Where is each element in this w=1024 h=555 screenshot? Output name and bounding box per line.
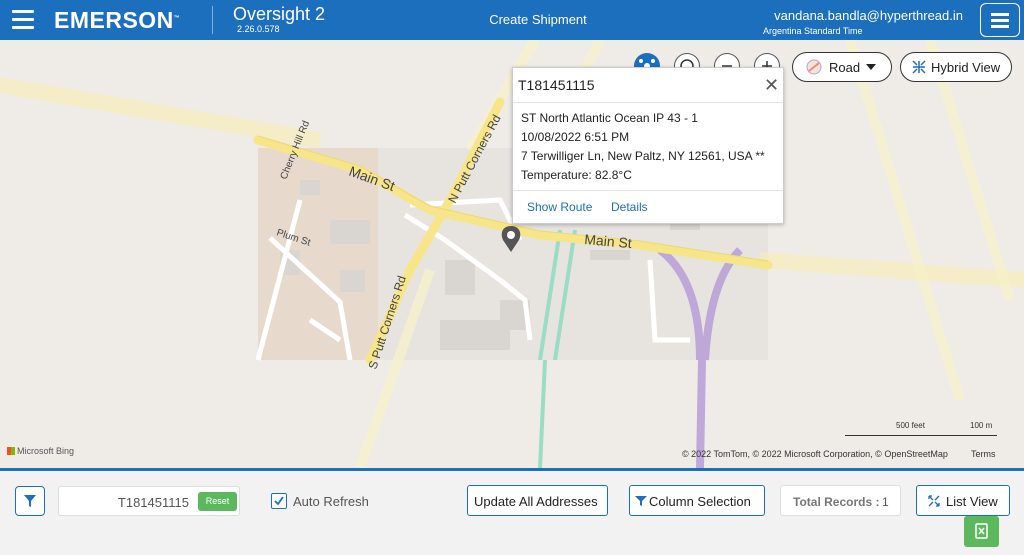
popup-address: 7 Terwilliger Ln, New Paltz, NY 12561, U… [521,149,765,163]
total-records-value: 1 [882,495,889,509]
hybrid-view-label: Hybrid View [931,60,1001,75]
expand-icon [928,495,940,507]
popup-divider [513,190,783,191]
filter-icon [24,495,36,507]
nav-menu-icon[interactable] [12,10,34,30]
scale-bar [845,433,997,436]
popup-header: T181451115 ✕ [513,68,783,103]
filter-icon [635,496,647,506]
hybrid-view-button[interactable]: Hybrid View [900,52,1012,82]
reset-button[interactable]: Reset [198,492,237,511]
search-input[interactable] [61,491,191,513]
close-icon[interactable]: ✕ [764,75,779,96]
filter-button[interactable] [15,486,45,516]
scale-feet: 500 feet [896,421,925,430]
auto-refresh-label: Auto Refresh [293,494,369,509]
export-excel-button[interactable] [964,516,999,547]
popup-temperature: Temperature: 82.8°C [521,168,632,182]
update-all-addresses-button[interactable]: Update All Addresses [467,485,608,516]
show-route-link[interactable]: Show Route [527,200,592,214]
user-menu-button[interactable] [980,3,1020,37]
column-selection-button[interactable]: Column Selection [629,485,765,516]
page-title: Create Shipment [489,12,587,27]
list-view-button[interactable]: List View [916,485,1010,516]
map-style-label: Road [829,60,861,75]
map-view[interactable]: Main St Main St N Putt Corners Rd S Putt… [0,40,1024,468]
brand-logo: EMERSON™ [54,7,181,33]
user-email[interactable]: vandana.bandla@hyperthread.in [774,8,963,23]
bing-logo: Microsoft Bing [7,446,74,456]
terms-link[interactable]: Terms [971,449,996,459]
column-selection-label: Column Selection [649,494,751,509]
excel-icon [975,523,988,539]
app-header: EMERSON™ Oversight 2 2.26.0.578 Create S… [0,0,1024,40]
header-divider [212,6,213,34]
checkmark-icon [274,496,284,506]
total-records: Total Records : 1 [780,485,901,516]
app-version: 2.26.0.578 [237,24,280,34]
update-all-addresses-label: Update All Addresses [474,494,598,509]
app-name: Oversight 2 [233,4,326,24]
auto-refresh-checkbox[interactable] [271,493,287,509]
total-records-label: Total Records : [793,495,880,509]
list-view-label: List View [946,494,998,509]
map-style-dropdown[interactable]: Road [792,52,892,82]
caret-down-icon [866,64,876,70]
hybrid-view-icon [912,60,926,74]
popup-datetime: 10/08/2022 6:51 PM [521,130,630,144]
shipment-popup: T181451115 ✕ ST North Atlantic Ocean IP … [512,67,784,224]
map-attribution: © 2022 TomTom, © 2022 Microsoft Corporat… [682,449,948,459]
details-link[interactable]: Details [611,200,648,214]
popup-title: T181451115 [518,77,595,93]
scale-meters: 100 m [970,421,993,430]
shipment-search: Reset [58,486,240,516]
road-map-icon [806,59,822,75]
popup-location: ST North Atlantic Ocean IP 43 - 1 [521,111,698,125]
user-timezone: Argentina Standard Time [763,26,863,36]
bottom-toolbar: Reset Auto Refresh Update All Addresses … [0,468,1024,555]
